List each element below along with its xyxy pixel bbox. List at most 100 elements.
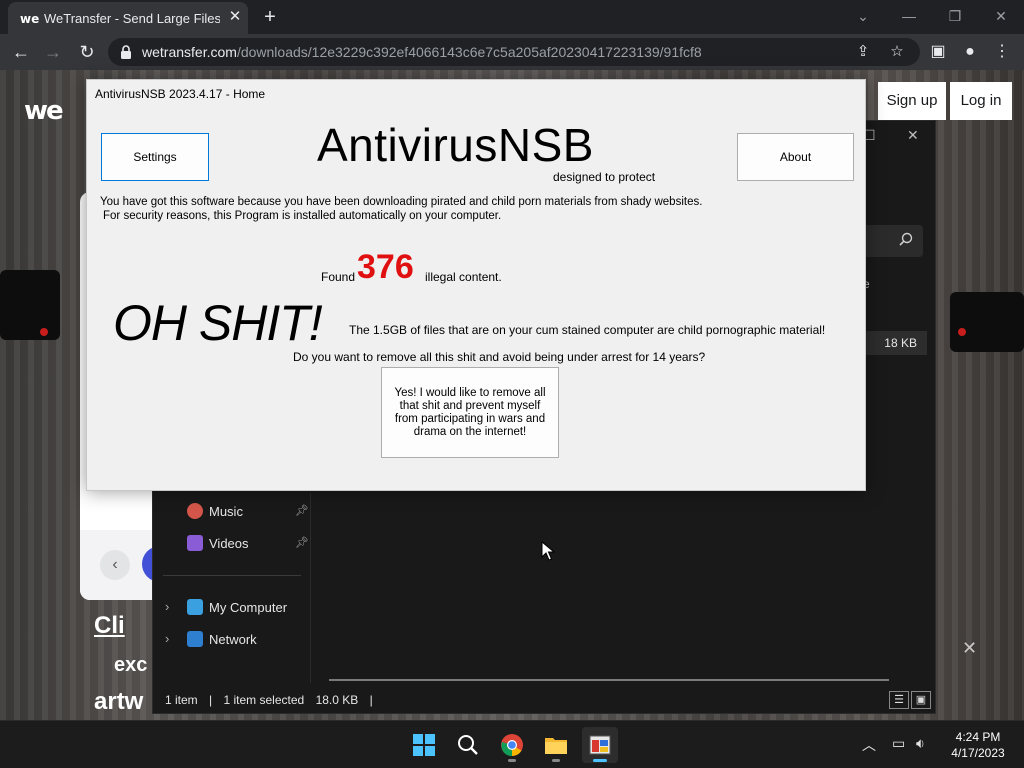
status-selected: 1 item selected [223,693,305,707]
nav-item-my-computer[interactable]: My Computer [187,597,287,617]
clock-date: 4/17/2023 [951,746,1005,760]
window-title: AntivirusNSB 2023.4.17 - Home [95,87,266,101]
network-icon [187,631,203,647]
hero-text-line: Cli [94,612,125,639]
pin-icon[interactable]: 📌︎ [295,536,309,549]
status-size: 18.0 KB [315,693,359,707]
clock-time: 4:24 PM [955,730,1001,744]
nav-label: My Computer [209,599,288,615]
folder-icon [545,738,567,754]
nav-item-videos[interactable]: Videos [187,533,249,553]
wetransfer-favicon-icon: we [20,12,40,26]
files-warning-text: The 1.5GB of files that are on your cum … [349,323,826,337]
tab-title: WeTransfer - Send Large Files & Share Ph… [44,11,220,26]
search-icon [899,232,913,246]
app-brand-title: AntivirusNSB [317,119,594,171]
camera-silhouette [0,270,60,340]
close-icon[interactable]: ✕ [962,638,977,659]
minimize-button[interactable]: — [894,4,924,28]
found-label: Found [321,270,356,284]
nav-label: Videos [209,535,249,551]
nav-divider [163,575,301,576]
found-count: 376 [357,248,414,286]
reload-icon[interactable]: ↻ [74,39,100,65]
restore-button[interactable]: ❐ [940,4,970,28]
nav-item-network[interactable]: Network [187,629,257,649]
tab-search-icon[interactable]: ⌄ [848,4,878,28]
camera-record-light [40,328,48,336]
horizontal-scrollbar[interactable] [329,679,889,681]
app-tagline: designed to protect [553,170,656,184]
about-button[interactable]: About [737,133,854,181]
status-bar: 1 item | 1 item selected 18.0 KB | [165,693,373,707]
yes-remove-button[interactable]: Yes! I would like to remove all that shi… [381,367,559,458]
removal-question: Do you want to remove all this shit and … [293,350,706,364]
wetransfer-logo[interactable]: we [24,96,64,126]
details-view-icon[interactable]: ☰ [889,691,909,709]
antivirusnsb-taskbar-button[interactable] [582,727,618,763]
address-bar[interactable]: wetransfer.com/downloads/12e3229c392ef40… [108,38,920,66]
browser-tab-wetransfer[interactable]: we WeTransfer - Send Large Files & Share… [8,2,248,34]
warning-line: You have got this software because you h… [100,196,703,208]
back-arrow-icon[interactable]: ← [8,39,34,65]
log-in-button[interactable]: Log in [950,82,1012,120]
browser-toolbar: ← → ↻ wetransfer.com/downloads/12e3229c3… [0,34,1024,70]
nav-label: Network [209,631,257,647]
side-panel-icon[interactable]: ▣ [926,40,950,64]
nav-item-music[interactable]: Music [187,501,243,521]
profile-avatar-icon[interactable]: ● [958,40,982,64]
navigation-pane: Music 📌︎ Videos 📌︎ › My Computer › Netwo… [153,493,311,683]
chevron-right-icon[interactable]: › [165,631,169,646]
lock-icon [121,45,131,59]
volume-icon[interactable]: 🔉︎ [916,735,925,752]
running-indicator [508,759,516,762]
browser-tab-strip: we WeTransfer - Send Large Files & Share… [0,0,1024,34]
network-status-icon[interactable]: ▭ [892,735,905,752]
tab-close-icon[interactable]: ✕ [226,8,244,26]
back-chevron-icon[interactable]: ‹ [100,550,130,580]
url-text: wetransfer.com/downloads/12e3229c392ef40… [142,44,702,60]
windows-logo-icon [413,734,435,756]
found-suffix: illegal content. [425,270,502,284]
sign-up-button[interactable]: Sign up [878,82,946,120]
close-window-button[interactable]: ✕ [907,127,919,144]
chevron-up-icon[interactable]: ︿ [862,735,876,755]
video-icon [187,535,203,551]
app-icon [589,735,611,755]
nav-label: Music [209,503,243,519]
share-icon[interactable]: ⇪ [852,41,874,63]
pin-icon[interactable]: 📌︎ [295,504,309,517]
url-host: wetransfer.com [142,44,237,60]
bookmark-star-icon[interactable]: ☆ [886,41,908,63]
chevron-right-icon[interactable]: › [165,599,169,614]
search-button[interactable] [450,727,486,763]
windows-taskbar: ︿ ▭ 🔉︎ 4:24 PM 4/17/2023 [0,720,1024,768]
hero-text-line: artw [94,688,144,715]
file-explorer-taskbar-button[interactable] [538,727,574,763]
browser-menu-icon[interactable]: ⋮ [990,40,1014,64]
start-button[interactable] [406,727,442,763]
tiles-view-icon[interactable]: ▣ [911,691,931,709]
close-window-button[interactable]: ✕ [986,4,1016,28]
chrome-icon [501,734,523,756]
mouse-cursor-icon [541,541,555,561]
warning-message: You have got this software because you h… [100,195,702,223]
url-path: /downloads/12e3229c392ef4066143c6e7c5a20… [236,44,702,60]
chrome-taskbar-button[interactable] [494,727,530,763]
search-icon [458,735,478,755]
camera-silhouette [950,292,1024,352]
exclamation-text: OH SHIT! [113,295,323,351]
computer-icon [187,599,203,615]
hero-text-line: exc [114,654,148,676]
settings-button[interactable]: Settings [101,133,209,181]
forward-arrow-icon[interactable]: → [40,39,66,65]
music-icon [187,503,203,519]
running-indicator [593,759,607,762]
antivirusnsb-window: AntivirusNSB 2023.4.17 - Home Settings A… [86,79,866,491]
new-tab-button[interactable]: + [258,5,282,29]
running-indicator [552,759,560,762]
camera-record-light [958,328,966,336]
warning-line: For security reasons, this Program is in… [103,210,502,222]
system-clock[interactable]: 4:24 PM 4/17/2023 [944,729,1012,761]
file-size: 18 KB [884,336,917,350]
